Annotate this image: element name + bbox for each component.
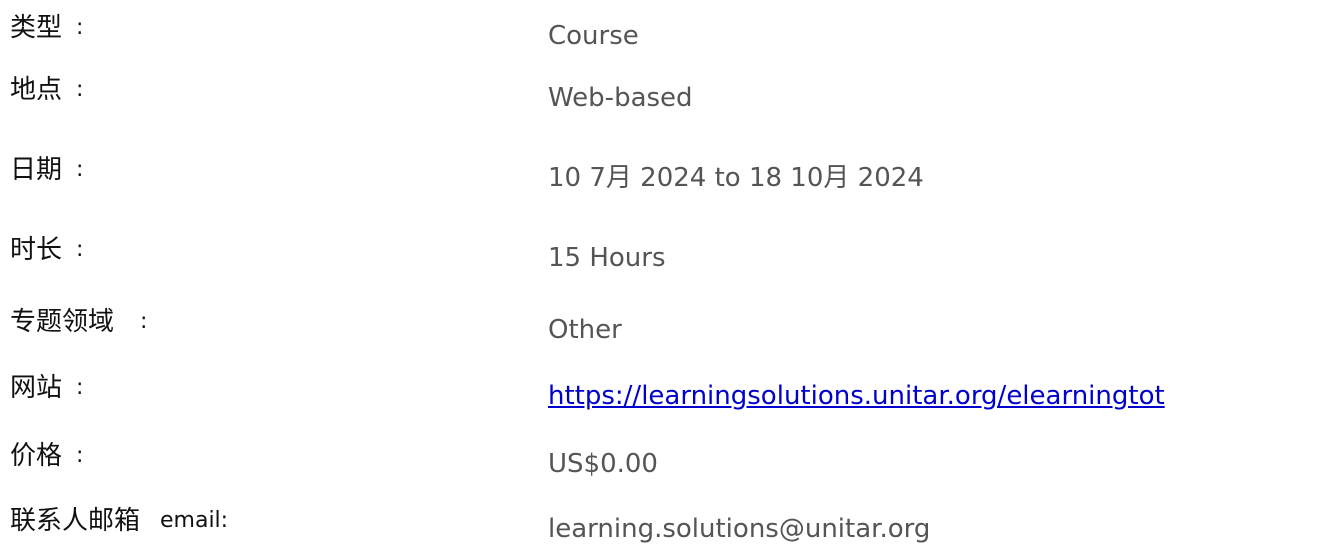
detail-label-price: 价格: [10, 441, 63, 471]
detail-row-location: 地点 : Web-based: [0, 74, 1326, 114]
detail-value-contact-email: learning.solutions@unitar.org: [548, 514, 931, 544]
detail-value-date: 10 7月 2024 to 18 10月 2024: [548, 163, 924, 193]
course-details: 类型 : Course 地点 : Web-based 日期 : 10 7月 20…: [0, 0, 1326, 551]
detail-row-subject: 专题领域 : Other: [0, 306, 1326, 346]
detail-label-duration: 时长: [10, 235, 63, 265]
detail-row-type: 类型 : Course: [0, 12, 1326, 52]
detail-label-colon: :: [76, 15, 84, 40]
detail-label-location: 地点: [10, 75, 63, 105]
detail-value-location: Web-based: [548, 83, 693, 113]
detail-label-colon: :: [76, 443, 84, 468]
detail-label-colon: :: [76, 77, 84, 102]
detail-value-price: US$0.00: [548, 449, 658, 479]
detail-label-colon: email:: [160, 508, 229, 533]
detail-label-date: 日期: [10, 155, 63, 185]
detail-row-date: 日期 : 10 7月 2024 to 18 10月 2024: [0, 154, 1326, 194]
detail-row-contact-email: 联系人邮箱 email: learning.solutions@unitar.o…: [0, 505, 1326, 545]
detail-row-website: 网站 : https://learningsolutions.unitar.or…: [0, 372, 1326, 412]
website-link[interactable]: https://learningsolutions.unitar.org/ele…: [548, 381, 1165, 411]
detail-value-type: Course: [548, 21, 639, 51]
detail-value-website: https://learningsolutions.unitar.org/ele…: [548, 380, 1165, 412]
detail-label-website: 网站: [10, 373, 63, 403]
detail-row-price: 价格 : US$0.00: [0, 440, 1326, 480]
detail-label-type: 类型: [10, 13, 63, 43]
detail-label-subject: 专题领域: [10, 307, 115, 337]
detail-label-contact-email: 联系人邮箱: [10, 506, 141, 536]
detail-label-colon: :: [140, 309, 148, 334]
detail-value-subject: Other: [548, 315, 622, 345]
detail-label-colon: :: [76, 237, 84, 262]
detail-label-colon: :: [76, 375, 84, 400]
detail-value-duration: 15 Hours: [548, 243, 666, 273]
detail-row-duration: 时长 : 15 Hours: [0, 234, 1326, 274]
detail-label-colon: :: [76, 157, 84, 182]
